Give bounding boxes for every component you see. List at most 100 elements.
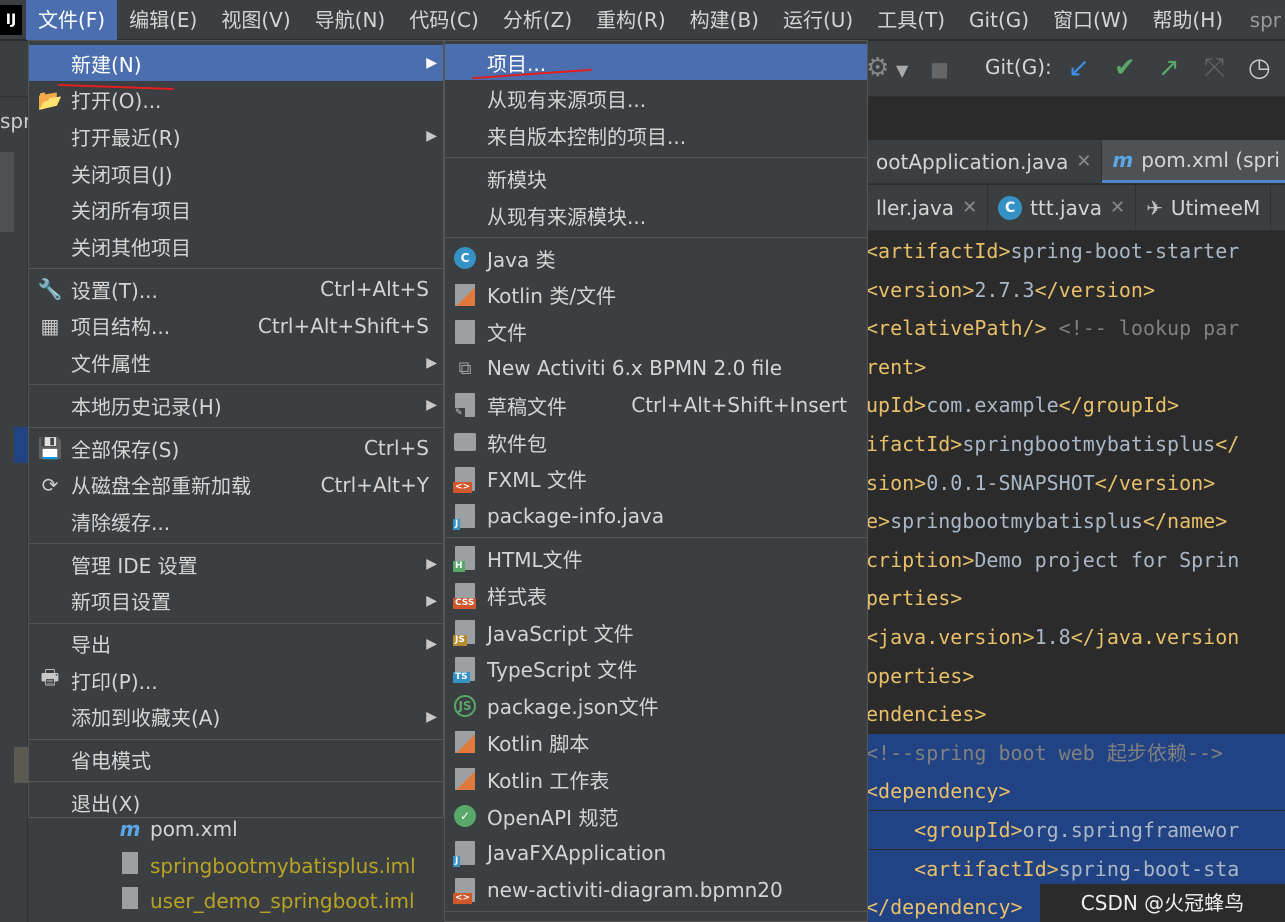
new-submenu-item[interactable]: CSS 样式表 (445, 577, 867, 613)
code-token: <!--spring boot web 起步依赖--> (866, 740, 1223, 765)
tab-pom-xml[interactable]: m pom.xml (spri (1102, 140, 1285, 183)
new-submenu-item[interactable]: Jpackage-info.java (445, 498, 867, 534)
new-submenu-item[interactable]: Kotlin 工作表 (445, 761, 867, 797)
iml-file-icon (118, 887, 142, 914)
new-submenu-item[interactable]: 从现有来源模块... (445, 197, 867, 233)
new-submenu-item[interactable]: 来自版本控制的项目... (445, 118, 867, 154)
menu-git[interactable]: Git(G) (957, 0, 1041, 40)
menu-analyze[interactable]: 分析(Z) (491, 0, 584, 40)
file-menu-item[interactable]: ⟳ 从磁盘全部重新加载 Ctrl+Alt+Y (29, 467, 443, 503)
project-file-iml-2[interactable]: user_demo_springboot.iml (118, 887, 415, 914)
menu-item-label: 设置(T)... (71, 278, 158, 303)
tab-application-java[interactable]: ootApplication.java ✕ (866, 140, 1103, 183)
git-update-icon[interactable]: ↙ (1068, 53, 1090, 83)
tab-controller-java[interactable]: ller.java ✕ (866, 185, 989, 230)
file-menu-item[interactable]: 🖶 打印(P)... (29, 662, 443, 698)
history-icon[interactable]: ◷ (1248, 53, 1271, 83)
file-menu-item[interactable]: 打开最近(R) ▶ (29, 118, 443, 154)
file-menu-item[interactable]: 💾 全部保存(S) Ctrl+S (29, 430, 443, 466)
file-menu-item[interactable]: 🔧 设置(T)... Ctrl+Alt+S (29, 271, 443, 307)
code-line: perties> (866, 579, 1285, 617)
menu-item-label: 从现有来源模块... (487, 204, 647, 229)
new-submenu-item[interactable]: C Java 类 (445, 240, 867, 276)
new-submenu-item[interactable]: 编辑文件模板... (445, 914, 867, 922)
menu-navigate[interactable]: 导航(N) (303, 0, 398, 40)
close-icon[interactable]: ✕ (1110, 197, 1125, 218)
java-class-icon: C (453, 246, 477, 270)
project-tool-tab[interactable] (0, 152, 14, 232)
project-file-pom[interactable]: m pom.xml (118, 817, 238, 841)
reload-icon: ⟳ (41, 472, 59, 497)
new-submenu-item[interactable]: 新模块 (445, 160, 867, 196)
menu-item-label: New Activiti 6.x BPMN 2.0 file (487, 356, 783, 381)
new-submenu-item[interactable]: <> FXML 文件 (445, 461, 867, 497)
file-menu-item[interactable]: 添加到收藏夹(A) ▶ (29, 699, 443, 735)
code-line: <artifactId>spring-boot-starter (866, 232, 1285, 270)
code-line: <java.version>1.8</java.version (866, 618, 1285, 656)
close-icon[interactable]: ✕ (1076, 151, 1091, 172)
file-menu-item[interactable]: 本地历史记录(H) ▶ (29, 387, 443, 423)
dropdown-arrow-icon[interactable]: ▼ (896, 61, 908, 80)
file-menu-item[interactable]: 导出 ▶ (29, 626, 443, 662)
code-token: operties> (866, 663, 975, 688)
menu-window[interactable]: 窗口(W) (1041, 0, 1140, 40)
code-line: <relativePath/> <!-- lookup par (866, 309, 1285, 347)
new-submenu-item[interactable]: J JavaFXApplication (445, 835, 867, 871)
file-menu-item[interactable]: 关闭其他项目 (29, 229, 443, 265)
menu-tools[interactable]: 工具(T) (865, 0, 957, 40)
menu-item-label: new-activiti-diagram.bpmn20 (487, 877, 783, 902)
new-submenu-item[interactable]: Kotlin 类/文件 (445, 277, 867, 313)
menu-refactor[interactable]: 重构(R) (584, 0, 678, 40)
code-editor[interactable]: <artifactId>spring-boot-starter <version>… (866, 232, 1285, 922)
file-menu-item[interactable]: 新项目设置 ▶ (29, 583, 443, 619)
menu-item-label: 文件属性 (71, 352, 151, 377)
file-menu-item[interactable]: ▦ 项目结构... Ctrl+Alt+Shift+S (29, 308, 443, 344)
code-token: <artifactId> (866, 239, 1011, 263)
menu-item-label: Kotlin 类/文件 (487, 284, 617, 309)
menu-view[interactable]: 视图(V) (209, 0, 302, 40)
new-submenu-item[interactable]: ✓ OpenAPI 规范 (445, 798, 867, 834)
git-merge-icon[interactable]: ⤧ (1204, 53, 1225, 84)
new-submenu-item[interactable]: ✎ 草稿文件 Ctrl+Alt+Shift+Insert (445, 387, 867, 423)
new-submenu-item[interactable]: <> new-activiti-diagram.bpmn20 (445, 872, 867, 908)
new-submenu-item[interactable]: 软件包 (445, 424, 867, 460)
menu-edit[interactable]: 编辑(E) (117, 0, 209, 40)
new-submenu-item[interactable]: 文件 (445, 314, 867, 350)
menu-build[interactable]: 构建(B) (678, 0, 771, 40)
menu-run[interactable]: 运行(U) (771, 0, 865, 40)
code-token: sion> (866, 470, 927, 495)
tab-ttt-java[interactable]: C ttt.java ✕ (988, 185, 1137, 230)
file-menu-item[interactable]: 新建(N) ▶ (29, 45, 443, 81)
file-menu-item[interactable]: 文件属性 ▶ (29, 345, 443, 381)
file-menu-item[interactable]: 管理 IDE 设置 ▶ (29, 546, 443, 582)
file-menu-item[interactable]: 清除缓存... (29, 503, 443, 539)
close-icon[interactable]: ✕ (962, 197, 977, 218)
menu-file[interactable]: 文件(F) (26, 0, 118, 40)
file-menu-item[interactable]: 退出(X) (29, 784, 443, 820)
file-menu-item[interactable]: 关闭所有项目 (29, 192, 443, 228)
new-submenu-item[interactable]: 从现有来源项目... (445, 81, 867, 117)
menu-code[interactable]: 代码(C) (397, 0, 491, 40)
menu-shortcut: Ctrl+Alt+Shift+Insert (631, 393, 847, 418)
new-submenu-item[interactable]: Kotlin 脚本 (445, 724, 867, 760)
debug-icon[interactable]: ⚙ (866, 53, 889, 83)
new-submenu-item[interactable]: JS JavaScript 文件 (445, 614, 867, 650)
file-menu-item[interactable]: 关闭项目(J) (29, 155, 443, 191)
stop-icon[interactable]: ■ (930, 57, 949, 81)
code-token: <java.version> (866, 625, 1035, 649)
code-token: </groupId> (1058, 393, 1180, 418)
menu-shortcut: Ctrl+Alt+Shift+S (257, 313, 429, 338)
git-commit-icon[interactable]: ✔ (1114, 53, 1136, 83)
project-file-iml-1[interactable]: springbootmybatisplus.iml (118, 852, 416, 879)
new-submenu-item[interactable]: JS package.json文件 (445, 688, 867, 724)
tab-utimee[interactable]: ✈ UtimeeM (1136, 185, 1272, 230)
css-icon: CSS (453, 583, 477, 610)
menu-help[interactable]: 帮助(H) (1140, 0, 1235, 40)
git-push-icon[interactable]: ↗ (1158, 53, 1180, 83)
new-submenu-item[interactable]: TS TypeScript 文件 (445, 651, 867, 687)
new-submenu-item[interactable]: H HTML文件 (445, 540, 867, 576)
new-submenu-item[interactable]: ⧉ New Activiti 6.x BPMN 2.0 file (445, 350, 867, 386)
file-menu-item[interactable]: 省电模式 (29, 742, 443, 778)
